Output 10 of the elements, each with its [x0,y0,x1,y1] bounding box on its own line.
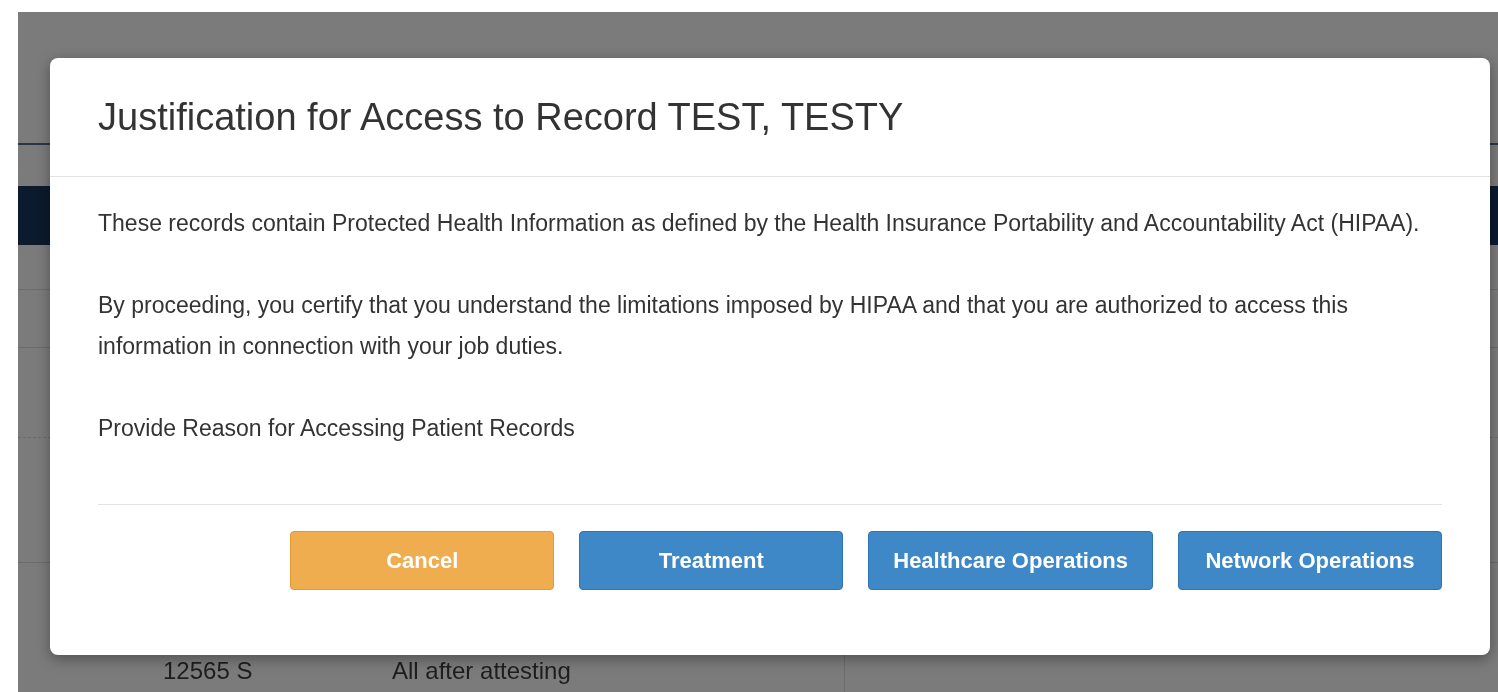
dialog-title: Justification for Access to Record TEST, TESTY [98,95,904,139]
primary-button[interactable]: Network Operations [1178,531,1442,590]
paragraph: Provide Reason for Accessing Patient Records [98,414,576,443]
paragraph: These records contain Protected Health Information as defined by the Health Insurance Portability and Accountability Act (HIPAA). [98,209,1421,238]
table-cell-text: 12565 S [163,656,254,686]
paragraph: By proceeding, you certify that you understand the limitations imposed by HIPAA and that you are authorized to access this information in connection with your job duties. [98,291,1349,361]
primary-button[interactable]: Treatment [579,531,844,590]
table-cell: All after attesting [392,656,571,686]
primary-button[interactable]: Healthcare Operations [868,531,1153,590]
cancel-button[interactable]: Cancel [290,531,555,590]
